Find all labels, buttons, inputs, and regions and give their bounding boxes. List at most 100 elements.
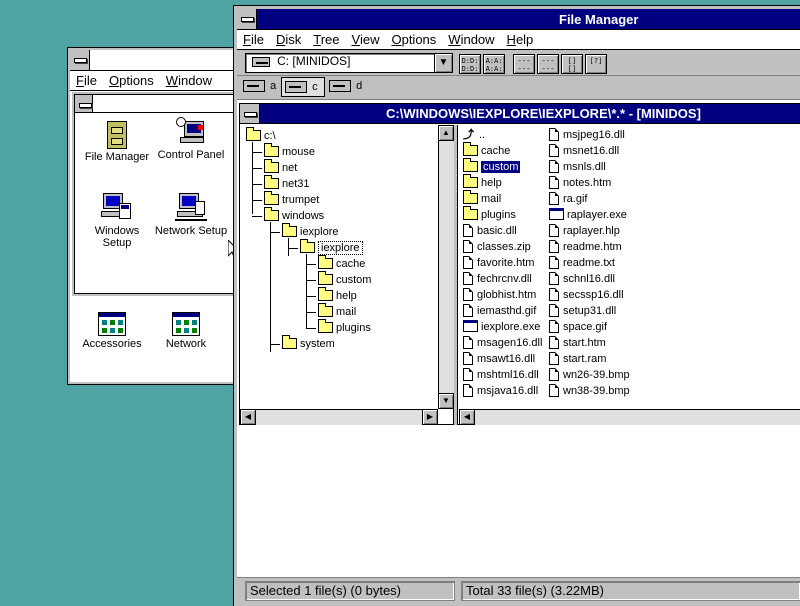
file-list-item[interactable]: plugins [463, 206, 516, 223]
file-manager-titlebar[interactable]: File Manager [237, 9, 800, 30]
accessories-group-icon[interactable]: Accessories [72, 312, 152, 350]
disconnect-network-drive-button[interactable]: A:A: A:A: [483, 54, 505, 74]
file-list-item[interactable]: readme.htm [549, 239, 622, 255]
file-list-item[interactable]: mshtml16.dll [463, 367, 539, 383]
connect-network-drive-button[interactable]: D:D: D:D: [459, 54, 481, 74]
network-setup-program-icon[interactable]: Network Setup [151, 191, 231, 237]
file-list-item[interactable]: space.gif [549, 319, 607, 335]
file-list-item[interactable]: secssp16.dll [549, 287, 624, 303]
file-list-item[interactable]: start.htm [549, 335, 606, 351]
tree-item-iexplore[interactable]: iexplore [300, 239, 363, 256]
tree-item-help[interactable]: help [318, 287, 357, 304]
file-list-item[interactable]: readme.txt [549, 255, 615, 271]
scroll-up-arrow-icon[interactable]: ▲ [438, 125, 454, 141]
file-list-item[interactable]: wn38-39.bmp [549, 383, 630, 399]
menu-file[interactable]: File [70, 71, 103, 88]
file-list-item[interactable]: raplayer.exe [549, 207, 627, 223]
menu-help[interactable]: Help [501, 30, 540, 47]
file-list-item[interactable]: favorite.htm [463, 255, 534, 271]
tree-item-trumpet[interactable]: trumpet [264, 191, 319, 208]
tree-item-custom[interactable]: custom [318, 271, 371, 288]
menu-window[interactable]: Window [160, 71, 218, 88]
menu-file[interactable]: File [237, 30, 270, 47]
tree-vertical-scrollbar[interactable]: ▲ ▼ [438, 125, 454, 409]
scroll-left-arrow-icon[interactable]: ◀ [240, 409, 256, 425]
group-icon [98, 312, 126, 336]
file-list-item[interactable]: help [463, 174, 502, 191]
main-group-titlebar[interactable] [75, 95, 239, 113]
details-view-button[interactable]: --- --- [537, 54, 559, 74]
scroll-down-arrow-icon[interactable]: ▼ [438, 393, 454, 409]
system-menu-icon[interactable] [237, 9, 257, 29]
tree-item-plugins[interactable]: plugins [318, 319, 371, 336]
file-list-item[interactable]: msnls.dll [549, 159, 606, 175]
file-list-item[interactable]: cache [463, 142, 510, 159]
drive-a[interactable]: a [243, 80, 276, 93]
file-manager-window[interactable]: File Manager File Disk Tree View Options Wind… [233, 5, 800, 606]
new-window-button[interactable]: [] [] [561, 54, 583, 74]
program-manager-titlebar[interactable] [70, 50, 240, 71]
drive-dropdown-button[interactable]: ▼ [434, 54, 452, 72]
tree-item-c[interactable]: c:\ [246, 127, 276, 144]
file-list-item[interactable]: schnl16.dll [549, 271, 615, 287]
main-group-window[interactable]: File Manager Control Panel Windows Setup… [72, 92, 242, 296]
file-list-item[interactable]: msjpeg16.dll [549, 127, 625, 143]
tree-item-net[interactable]: net [264, 159, 297, 176]
file-list-item[interactable]: wn26-39.bmp [549, 367, 630, 383]
tree-item-mouse[interactable]: mouse [264, 143, 315, 160]
scroll-right-arrow-icon[interactable]: ▶ [422, 409, 438, 425]
large-icons-view-button[interactable]: --- --- [513, 54, 535, 74]
tree-item-cache[interactable]: cache [318, 255, 365, 272]
menu-options[interactable]: Options [385, 30, 442, 47]
menu-disk[interactable]: Disk [270, 30, 307, 47]
file-list-item[interactable]: basic.dll [463, 223, 517, 239]
file-list-item[interactable]: raplayer.hlp [549, 223, 620, 239]
scroll-left-arrow-icon[interactable]: ◀ [459, 409, 475, 425]
program-manager-window[interactable]: File Options Window File Manager Control P… [67, 47, 243, 385]
tree-pane[interactable]: c:\ mouse net net31 trumpet windows iexplore ie… [240, 125, 454, 425]
file-list-item[interactable]: classes.zip [463, 239, 531, 255]
tree-horizontal-scrollbar[interactable]: ◀ ▶ [240, 409, 438, 425]
file-list-item[interactable]: iexplore.exe [463, 319, 540, 335]
system-menu-icon[interactable] [70, 50, 90, 70]
file-list-item[interactable]: notes.htm [549, 175, 611, 191]
file-list-item[interactable]: msjava16.dll [463, 383, 538, 399]
file-list-item[interactable]: msawt16.dll [463, 351, 535, 367]
menu-window[interactable]: Window [442, 30, 500, 47]
pane-split-bar[interactable] [454, 125, 458, 425]
floppy-drive-icon [243, 80, 265, 93]
menu-options[interactable]: Options [103, 71, 160, 88]
windows-setup-program-icon[interactable]: Windows Setup [77, 191, 157, 249]
tree-item-windows[interactable]: windows [264, 207, 324, 224]
file-list-item[interactable]: iemasthd.gif [463, 303, 536, 319]
file-list-item[interactable]: fechrcnv.dll [463, 271, 532, 287]
file-list-pane[interactable]: ⤴.. cache custom help mail plugins basic.dll cl… [459, 125, 800, 409]
tree-item-system[interactable]: system [282, 335, 335, 352]
file-list-item[interactable]: start.ram [549, 351, 606, 367]
directory-window-titlebar[interactable]: C:\WINDOWS\IEXPLORE\IEXPLORE\*.* - [MINI… [240, 104, 800, 124]
properties-button[interactable]: [?] [585, 54, 607, 74]
tree-item-mail[interactable]: mail [318, 303, 356, 320]
file-list-item[interactable]: ra.gif [549, 191, 587, 207]
file-list-item[interactable]: msagen16.dll [463, 335, 542, 351]
file-list-item[interactable]: custom [463, 158, 521, 175]
drive-c[interactable]: c [281, 77, 325, 97]
tree-item-iexplore[interactable]: iexplore [282, 223, 339, 240]
system-menu-icon[interactable] [75, 95, 93, 112]
menu-tree[interactable]: Tree [307, 30, 345, 47]
file-list-item[interactable]: msnet16.dll [549, 143, 619, 159]
drive-d[interactable]: d [329, 80, 362, 93]
drive-selector-combo[interactable]: C: [MINIDOS] ▼ [245, 53, 453, 73]
file-list-item[interactable]: ⤴.. [463, 127, 485, 143]
tree-item-net31[interactable]: net31 [264, 175, 310, 192]
file-list-item[interactable]: setup31.dll [549, 303, 616, 319]
file-list-item[interactable]: mail [463, 190, 501, 207]
control-panel-program-icon[interactable]: Control Panel [151, 117, 231, 161]
files-horizontal-scrollbar[interactable]: ◀ [459, 409, 800, 425]
network-group-icon[interactable]: Network [146, 312, 226, 350]
system-menu-icon[interactable] [240, 104, 260, 123]
file-list-item[interactable]: globhist.htm [463, 287, 536, 303]
menu-view[interactable]: View [346, 30, 386, 47]
file-manager-program-icon[interactable]: File Manager [77, 121, 157, 163]
directory-window[interactable]: C:\WINDOWS\IEXPLORE\IEXPLORE\*.* - [MINI… [239, 103, 800, 425]
